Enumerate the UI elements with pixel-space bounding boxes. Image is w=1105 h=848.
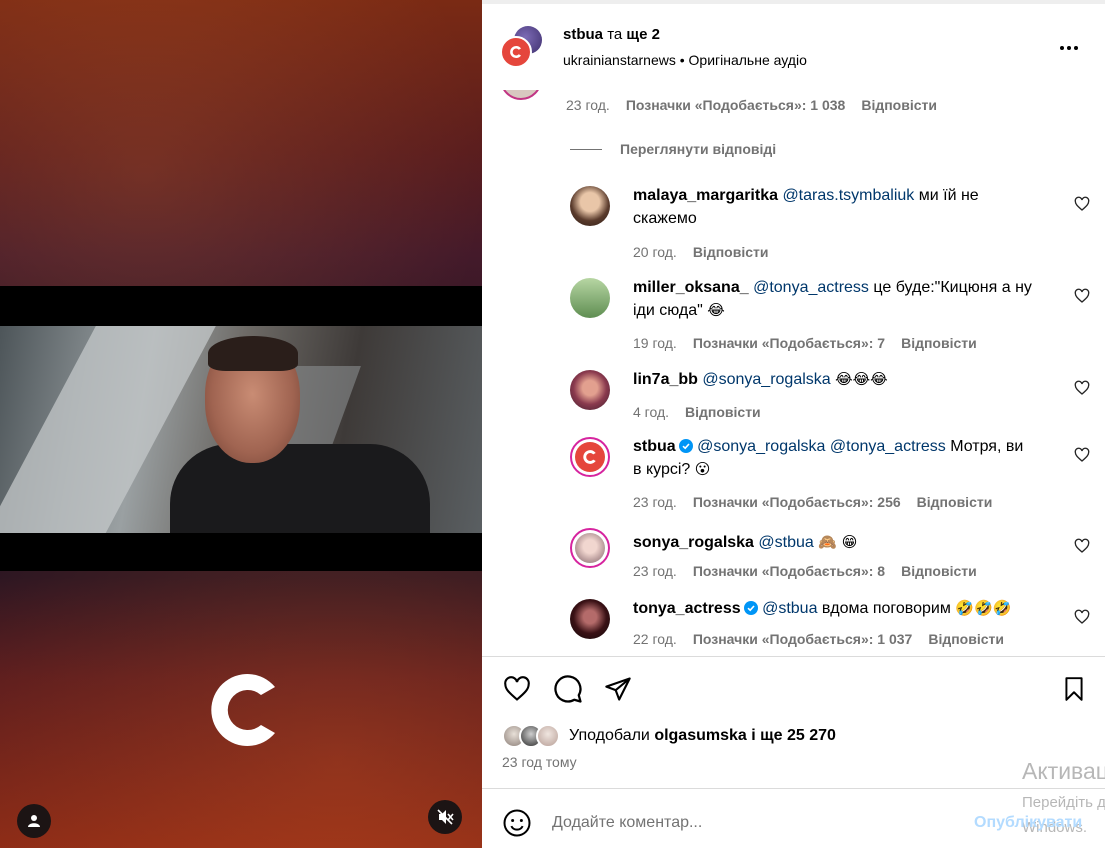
stb-logo-icon: [583, 450, 596, 464]
reply-button[interactable]: Відповісти: [693, 244, 769, 260]
comment-user[interactable]: lin7a_bb: [633, 371, 698, 388]
comment-input[interactable]: [552, 808, 952, 838]
comment-mention[interactable]: @stbua: [758, 534, 813, 551]
comment-text: вдома поговорим: [821, 600, 951, 617]
post-authors[interactable]: stbua та ще 2: [563, 26, 660, 43]
actor-body: [170, 444, 430, 533]
paper-plane-icon: [605, 677, 631, 701]
heart-icon[interactable]: [1074, 538, 1090, 554]
reply-button[interactable]: Відповісти: [917, 494, 993, 510]
stb-logo-icon: [211, 674, 275, 746]
comment-emoji: 😂😂😂: [835, 370, 888, 388]
avatar: [536, 724, 560, 748]
letterbox-bottom: [0, 533, 482, 571]
verified-badge-icon: [678, 439, 693, 453]
reply-button[interactable]: Відповісти: [861, 97, 937, 113]
comment-meta: 19 год. Позначки «Подобається»: 7 Відпов…: [633, 335, 977, 351]
heart-icon[interactable]: [1074, 609, 1090, 625]
comment-meta: 23 год. Позначки «Подобається»: 8 Відпов…: [633, 563, 977, 579]
avatar[interactable]: [570, 370, 610, 410]
letterbox-top: [0, 286, 482, 326]
comment-meta: 4 год. Відповісти: [633, 404, 761, 420]
stb-logo-icon: [510, 46, 521, 58]
comment-mention[interactable]: @sonya_rogalska: [702, 371, 830, 388]
post-actions: [482, 672, 1105, 708]
avatar[interactable]: [570, 278, 610, 318]
post-timestamp[interactable]: 23 год тому: [502, 754, 577, 770]
heart-icon[interactable]: [1074, 288, 1090, 304]
comment-emoji: 😂: [707, 301, 725, 319]
avatar[interactable]: [570, 437, 610, 477]
comment-mention[interactable]: @sonya_rogalska @tonya_actress: [697, 438, 946, 455]
reply-button[interactable]: Відповісти: [928, 631, 1004, 647]
speaker-muted-icon: [437, 809, 454, 825]
comment-user[interactable]: malaya_margaritka: [633, 187, 778, 204]
heart-icon: [504, 676, 530, 701]
liked-by-user[interactable]: olgasumska: [654, 727, 746, 744]
likes-count-link[interactable]: Позначки «Подобається»: 7: [693, 335, 885, 351]
comment-user[interactable]: miller_oksana_: [633, 279, 749, 296]
divider: [482, 656, 1105, 657]
likes-count-link[interactable]: Позначки «Подобається»: 8: [693, 563, 885, 579]
user-icon: [28, 815, 40, 827]
likes-count-link[interactable]: і ще 25 270: [751, 727, 836, 744]
view-replies-button[interactable]: Переглянути відповіді: [570, 141, 776, 157]
comment-mention[interactable]: @stbua: [762, 600, 817, 617]
likes-summary: Уподобали olgasumska і ще 25 270: [502, 724, 836, 748]
tagged-users-button[interactable]: [17, 804, 51, 838]
comment-user[interactable]: sonya_rogalska: [633, 534, 754, 551]
post-header: stbua та ще 2 ukrainianstarnews • Оригін…: [482, 0, 1105, 90]
windows-activation-watermark: Активація Windows: [1022, 758, 1105, 784]
comment-meta: 23 год. Позначки «Подобається»: 256 Відп…: [633, 494, 993, 510]
avatar[interactable]: [570, 528, 610, 568]
mute-button[interactable]: [428, 800, 462, 834]
bookmark-icon: [1065, 677, 1083, 701]
comment-meta: 23 год. Позначки «Подобається»: 1 038 Ві…: [566, 97, 937, 113]
like-button[interactable]: [501, 672, 533, 706]
add-comment-form: Опублікувати: [482, 798, 1105, 848]
more-authors-link[interactable]: ще 2: [626, 26, 660, 43]
comment-meta: 22 год. Позначки «Подобається»: 1 037 Ві…: [633, 631, 1004, 647]
post-panel: stbua та ще 2 ukrainianstarnews • Оригін…: [482, 0, 1105, 848]
likes-count-link[interactable]: Позначки «Подобається»: 256: [693, 494, 901, 510]
avatar[interactable]: [570, 186, 610, 226]
comment-emoji: 🙈 😁: [818, 533, 858, 551]
verified-badge-icon: [743, 601, 758, 615]
comment-user[interactable]: stbua: [633, 438, 676, 455]
likes-count-link[interactable]: Позначки «Подобається»: 1 037: [693, 631, 913, 647]
reply-button[interactable]: Відповісти: [685, 404, 761, 420]
publish-button[interactable]: Опублікувати: [974, 814, 1082, 832]
avatar: [500, 36, 532, 68]
save-button[interactable]: [1058, 672, 1090, 706]
heart-icon[interactable]: [1074, 196, 1090, 212]
account-name[interactable]: stbua: [563, 26, 603, 43]
video-frame: [0, 326, 482, 533]
post-subline: ukrainianstarnews • Оригінальне аудіо: [563, 52, 807, 68]
avatar[interactable]: [570, 599, 610, 639]
comment-meta: 20 год. Відповісти: [633, 244, 769, 260]
more-options-button[interactable]: [1060, 44, 1084, 52]
heart-icon[interactable]: [1074, 380, 1090, 396]
comment-emoji: 😮: [694, 460, 711, 478]
video-player[interactable]: [0, 0, 482, 848]
likes-count-link[interactable]: Позначки «Подобається»: 1 038: [626, 97, 846, 113]
share-button[interactable]: [602, 672, 634, 706]
comment-mention[interactable]: @tonya_actress: [753, 279, 869, 296]
divider: [482, 788, 1105, 789]
heart-icon[interactable]: [1074, 447, 1090, 463]
audio-link[interactable]: Оригінальне аудіо: [689, 52, 807, 68]
comment-button[interactable]: [552, 672, 584, 706]
avatar: [500, 90, 544, 104]
collab-avatars[interactable]: [500, 26, 546, 70]
comment-user[interactable]: tonya_actress: [633, 600, 741, 617]
reply-button[interactable]: Відповісти: [901, 563, 977, 579]
comments-list[interactable]: 23 год. Позначки «Подобається»: 1 038 Ві…: [482, 90, 1105, 656]
comment-emoji: 🤣🤣🤣: [955, 599, 1012, 617]
emoji-smiley-icon[interactable]: [502, 808, 532, 838]
comment-mention[interactable]: @taras.tsymbaliuk: [782, 187, 914, 204]
subline-user[interactable]: ukrainianstarnews: [563, 52, 676, 68]
reply-button[interactable]: Відповісти: [901, 335, 977, 351]
comment-bubble-icon: [554, 675, 582, 703]
